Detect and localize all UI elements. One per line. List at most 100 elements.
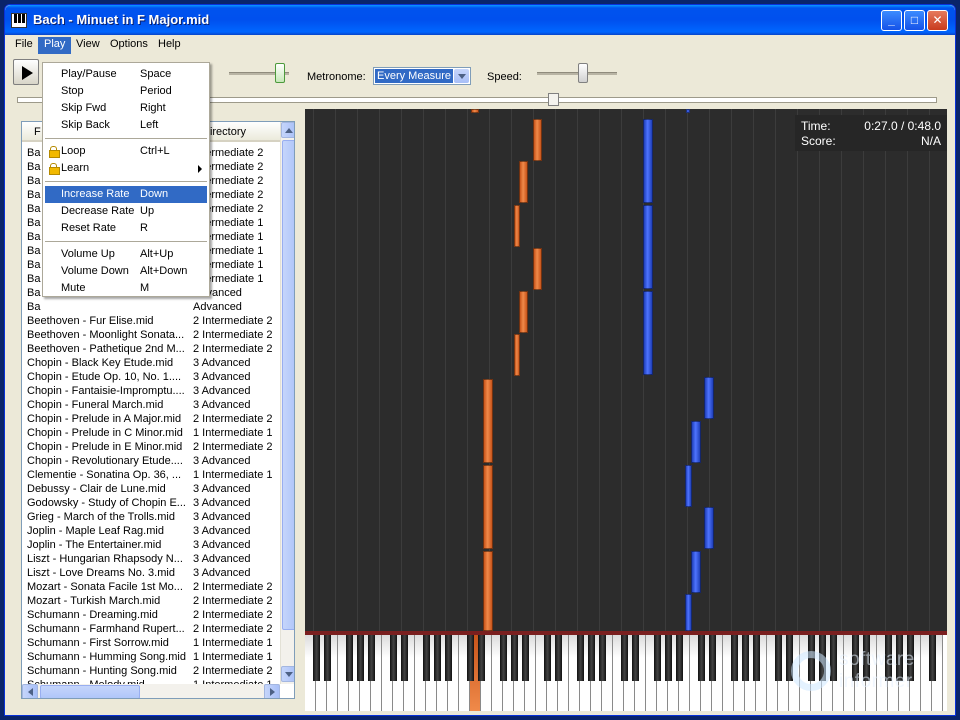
song-progress-thumb[interactable] (548, 93, 559, 106)
menu-file[interactable]: File (9, 37, 39, 54)
menu-item-label: Skip Fwd (61, 102, 107, 114)
list-item[interactable]: Godowsky - Study of Chopin E... 3 Advance… (22, 496, 280, 510)
list-item[interactable]: Beethoven - Moonlight Sonata... 2 Interme… (22, 328, 280, 342)
list-item[interactable]: Beethoven - Fur Elise.mid 2 Intermediate … (22, 314, 280, 328)
black-key[interactable] (709, 635, 716, 681)
black-key[interactable] (467, 635, 474, 681)
menu-item-reset-rate[interactable]: Reset Rate R (45, 220, 207, 237)
menu-item-skip-back[interactable]: Skip Back Left (45, 117, 207, 134)
list-item[interactable]: Chopin - Etude Op. 10, No. 1.... 3 Advanc… (22, 370, 280, 384)
menu-item-play-pause[interactable]: Play/Pause Space (45, 66, 207, 83)
list-item[interactable]: Schumann - Farmhand Rupert... 2 Intermedi… (22, 622, 280, 636)
black-key[interactable] (698, 635, 705, 681)
list-item[interactable]: Ba Advanced (22, 300, 280, 314)
scroll-down-button[interactable] (281, 666, 294, 682)
list-item[interactable]: Chopin - Black Key Etude.mid 3 Advanced (22, 356, 280, 370)
black-key[interactable] (324, 635, 331, 681)
speed-slider-thumb[interactable] (578, 63, 588, 83)
menu-item-volume-down[interactable]: Volume Down Alt+Down (45, 263, 207, 280)
black-key[interactable] (478, 635, 485, 681)
song-directory: 1 Intermediate 1 (193, 637, 273, 649)
black-key[interactable] (434, 635, 441, 681)
menu-item-mute[interactable]: Mute M (45, 280, 207, 297)
list-item[interactable]: Joplin - The Entertainer.mid 3 Advanced (22, 538, 280, 552)
list-item[interactable]: Chopin - Prelude in C Minor.mid 1 Interme… (22, 426, 280, 440)
list-item[interactable]: Grieg - March of the Trolls.mid 3 Advance… (22, 510, 280, 524)
list-item[interactable]: Liszt - Hungarian Rhapsody N... 3 Advance… (22, 552, 280, 566)
black-key[interactable] (357, 635, 364, 681)
list-item[interactable]: Chopin - Revolutionary Etude.... 3 Advanc… (22, 454, 280, 468)
list-item[interactable]: Mozart - Turkish March.mid 2 Intermediate… (22, 594, 280, 608)
black-key[interactable] (511, 635, 518, 681)
list-item[interactable]: Beethoven - Pathetique 2nd M... 2 Interme… (22, 342, 280, 356)
menu-item-decrease-rate[interactable]: Decrease Rate Up (45, 203, 207, 220)
metronome-select[interactable]: Every Measure (373, 67, 471, 85)
close-button[interactable]: ✕ (927, 10, 948, 31)
black-key[interactable] (654, 635, 661, 681)
list-item[interactable]: Clementie - Sonatina Op. 36, ... 1 Interm… (22, 468, 280, 482)
list-item[interactable]: Chopin - Prelude in A Major.mid 2 Interme… (22, 412, 280, 426)
list-item[interactable]: Chopin - Prelude in E Minor.mid 2 Interme… (22, 440, 280, 454)
black-key[interactable] (522, 635, 529, 681)
black-key[interactable] (577, 635, 584, 681)
menu-item-skip-fwd[interactable]: Skip Fwd Right (45, 100, 207, 117)
black-key[interactable] (731, 635, 738, 681)
vertical-scroll-thumb[interactable] (282, 140, 294, 630)
vertical-scrollbar[interactable] (280, 122, 294, 684)
black-key[interactable] (588, 635, 595, 681)
scroll-up-button[interactable] (281, 122, 294, 138)
list-item[interactable]: Liszt - Love Dreams No. 3.mid 3 Advanced (22, 566, 280, 580)
speed-slider-track[interactable] (537, 72, 617, 75)
menu-item-learn[interactable]: Learn (45, 160, 207, 177)
menu-item-volume-up[interactable]: Volume Up Alt+Up (45, 246, 207, 263)
minimize-button[interactable]: _ (881, 10, 902, 31)
black-key[interactable] (313, 635, 320, 681)
black-key[interactable] (445, 635, 452, 681)
horizontal-scroll-thumb[interactable] (40, 685, 140, 698)
list-item[interactable]: Schumann - First Sorrow.mid 1 Intermediat… (22, 636, 280, 650)
black-key[interactable] (401, 635, 408, 681)
list-item[interactable]: Debussy - Clair de Lune.mid 3 Advanced (22, 482, 280, 496)
song-directory: 3 Advanced (193, 455, 251, 467)
play-button[interactable] (13, 59, 39, 85)
title-bar[interactable]: Bach - Minuet in F Major.mid _ □ ✕ (5, 5, 955, 35)
song-directory: 2 Intermediate 2 (193, 609, 273, 621)
menu-item-loop[interactable]: Loop Ctrl+L (45, 143, 207, 160)
black-key[interactable] (555, 635, 562, 681)
black-key[interactable] (544, 635, 551, 681)
list-item[interactable]: Schumann - Hunting Song.mid 2 Intermediat… (22, 664, 280, 678)
chevron-down-icon[interactable] (454, 69, 469, 83)
list-item[interactable]: Chopin - Funeral March.mid 3 Advanced (22, 398, 280, 412)
black-key[interactable] (775, 635, 782, 681)
black-key[interactable] (621, 635, 628, 681)
black-key[interactable] (500, 635, 507, 681)
song-file-name: Schumann - Farmhand Rupert... (27, 623, 185, 635)
black-key[interactable] (346, 635, 353, 681)
menu-help[interactable]: Help (152, 37, 187, 54)
black-key[interactable] (665, 635, 672, 681)
menu-view[interactable]: View (70, 37, 106, 54)
list-item[interactable]: Chopin - Fantaisie-Impromptu.... 3 Advanc… (22, 384, 280, 398)
menu-options[interactable]: Options (104, 37, 154, 54)
menu-play[interactable]: Play (38, 37, 72, 54)
black-key[interactable] (599, 635, 606, 681)
black-key[interactable] (742, 635, 749, 681)
menu-item-stop[interactable]: Stop Period (45, 83, 207, 100)
menu-item-increase-rate[interactable]: Increase Rate Down (45, 186, 207, 203)
volume-slider-thumb[interactable] (275, 63, 285, 83)
column-header-file[interactable]: F (34, 126, 41, 138)
maximize-button[interactable]: □ (904, 10, 925, 31)
scroll-left-button[interactable] (22, 684, 38, 698)
list-item[interactable]: Schumann - Dreaming.mid 2 Intermediate 2 (22, 608, 280, 622)
horizontal-scrollbar[interactable] (22, 684, 280, 698)
black-key[interactable] (423, 635, 430, 681)
black-key[interactable] (390, 635, 397, 681)
black-key[interactable] (632, 635, 639, 681)
list-item[interactable]: Schumann - Humming Song.mid 1 Intermediat… (22, 650, 280, 664)
list-item[interactable]: Mozart - Sonata Facile 1st Mo... 2 Interm… (22, 580, 280, 594)
scroll-right-button[interactable] (264, 684, 280, 698)
black-key[interactable] (753, 635, 760, 681)
black-key[interactable] (368, 635, 375, 681)
list-item[interactable]: Joplin - Maple Leaf Rag.mid 3 Advanced (22, 524, 280, 538)
black-key[interactable] (676, 635, 683, 681)
